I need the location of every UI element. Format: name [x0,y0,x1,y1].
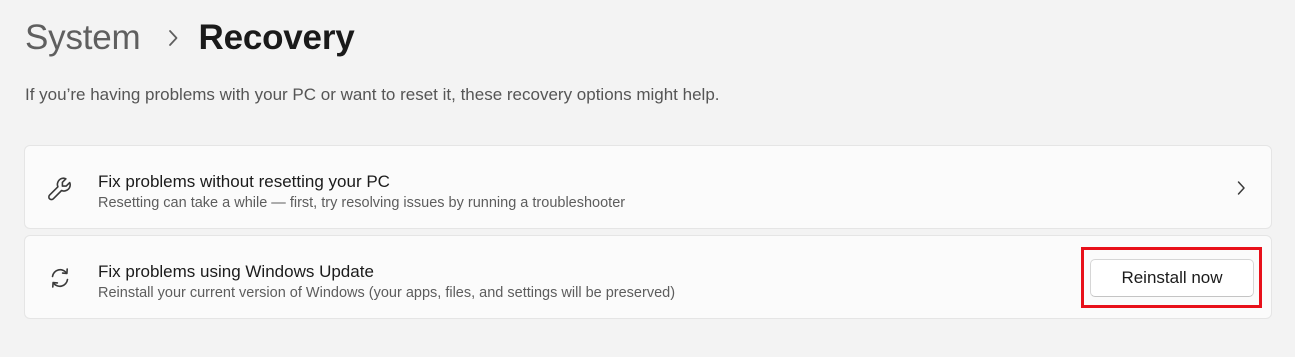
fix-problems-windows-update-card: Fix problems using Windows Update Reinst… [24,235,1272,319]
card-subtitle: Resetting can take a while — first, try … [98,195,626,211]
card-text: Fix problems without resetting your PC R… [98,171,625,213]
breadcrumb: System Recovery [25,14,355,62]
chevron-right-icon [153,29,193,47]
fix-problems-troubleshooter-card[interactable]: Fix problems without resetting your PC R… [24,145,1272,229]
page-title: Recovery [198,18,355,57]
wrench-icon [45,174,75,204]
card-title: Fix problems without resetting your PC [98,172,390,191]
card-text: Fix problems using Windows Update Reinst… [98,261,675,303]
sync-icon [45,263,75,293]
reinstall-now-button[interactable]: Reinstall now [1090,259,1254,297]
card-title: Fix problems using Windows Update [98,262,374,281]
card-subtitle: Reinstall your current version of Window… [98,285,676,301]
page-description: If you’re having problems with your PC o… [25,85,720,104]
breadcrumb-system-link[interactable]: System [25,18,141,58]
chevron-right-icon [1233,178,1249,198]
